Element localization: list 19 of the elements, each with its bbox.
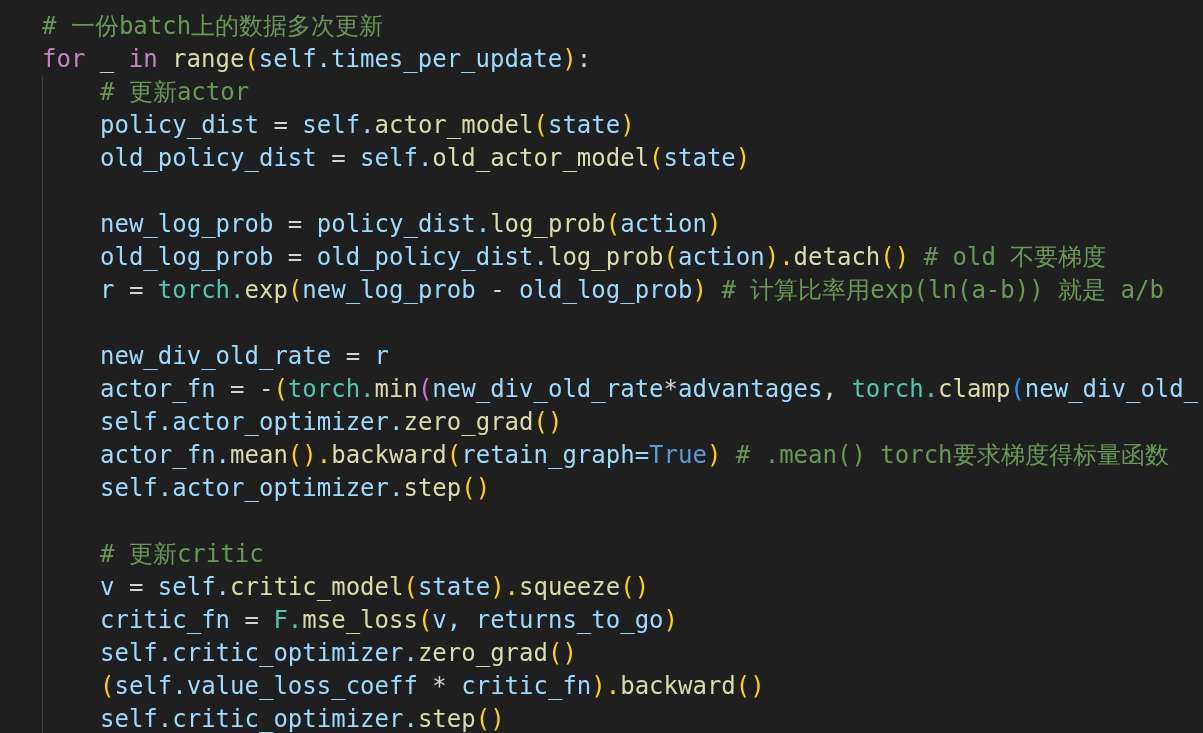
code-line: # 一份batch上的数据多次更新 [42,11,384,42]
code-line: policy_dist = self.actor_model(state) [100,110,635,141]
code-line: (self.value_loss_coeff * critic_fn).backward() [100,671,765,702]
code-line: r = torch.exp(new_log_prob - old_log_prob) # 计算比率用exp(ln(a-b)) 就是 a/b [100,275,1164,306]
code-line: old_log_prob = old_policy_dist.log_prob(action).detach() # old 不要梯度 [100,242,1107,273]
code-line: old_policy_dist = self.old_actor_model(state) [100,143,751,174]
code-line: v = self.critic_model(state).squeeze() [100,572,650,603]
code-line: critic_fn = F.mse_loss(v, returns_to_go) [100,605,678,636]
code-line: self.actor_optimizer.step() [100,473,491,504]
code-line: actor_fn = -(torch.min(new_div_old_rate*advantages, torch.clamp(new_div_old_ [100,374,1199,405]
code-line: self.actor_optimizer.zero_grad() [100,407,563,438]
code-line: self.critic_optimizer.zero_grad() [100,638,577,669]
code-line: self.critic_optimizer.step() [100,704,505,733]
code-line: actor_fn.mean().backward(retain_graph=True) # .mean() torch要求梯度得标量函数 [100,440,1169,471]
code-line: new_div_old_rate = r [100,341,389,372]
code-line: for _ in range(self.times_per_update): [42,44,592,75]
code-line: # 更新actor [100,77,250,108]
code-line: # 更新critic [100,539,264,570]
code-line: new_log_prob = policy_dist.log_prob(action) [100,209,722,240]
